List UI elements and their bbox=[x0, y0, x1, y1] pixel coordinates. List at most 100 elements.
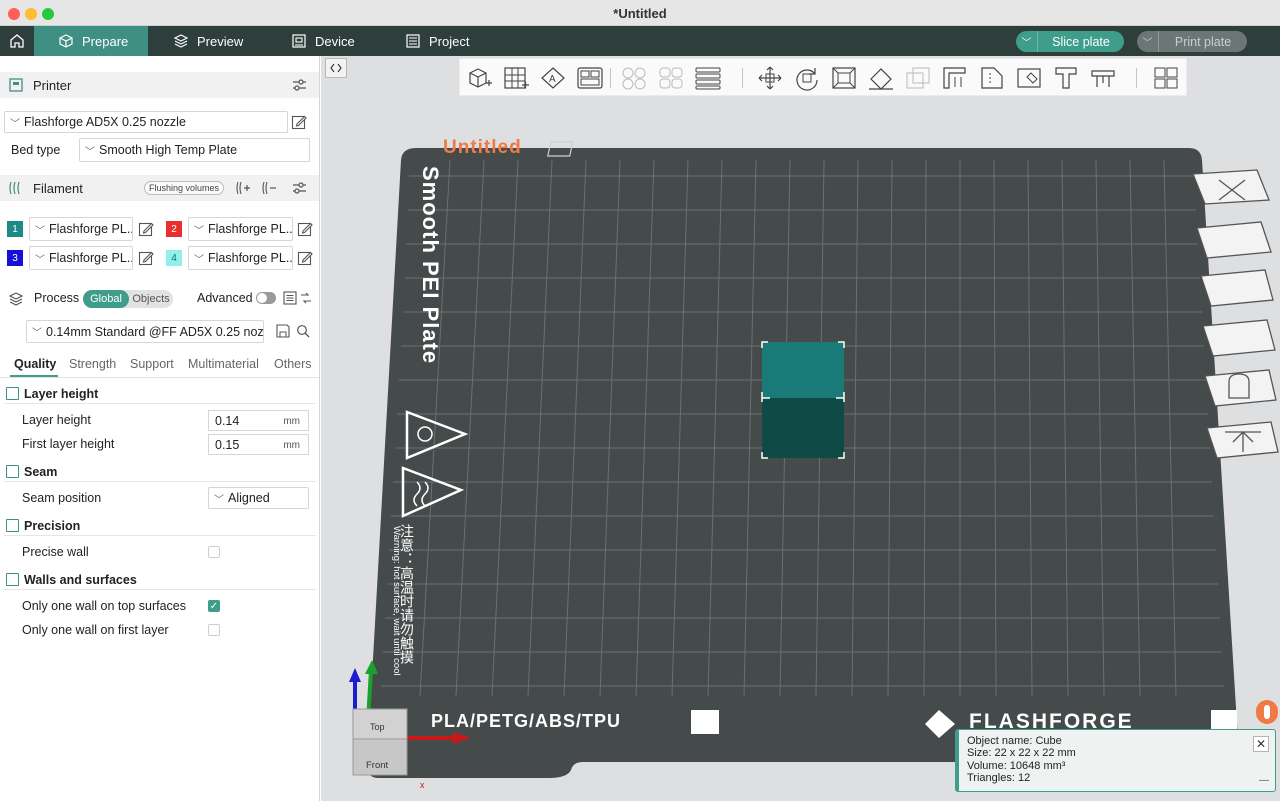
cut-icon[interactable] bbox=[904, 65, 932, 91]
split-objects-icon[interactable] bbox=[620, 65, 648, 91]
title-bar: *Untitled bbox=[0, 0, 1280, 26]
edit-printer-icon[interactable] bbox=[291, 114, 307, 130]
move-icon[interactable] bbox=[756, 65, 784, 91]
add-object-icon[interactable] bbox=[466, 65, 494, 91]
top-one-wall-checkbox[interactable]: ✓ bbox=[208, 600, 220, 612]
minimize-icon[interactable]: — bbox=[1259, 775, 1269, 787]
process-list-icon[interactable] bbox=[283, 291, 297, 305]
filament-slot-4-number: 4 bbox=[166, 250, 182, 266]
collapse-icon bbox=[330, 63, 342, 73]
assembly-icon[interactable] bbox=[1152, 65, 1180, 91]
tab-preview-label: Preview bbox=[197, 33, 244, 49]
cube-object[interactable] bbox=[761, 341, 845, 459]
add-plate-icon[interactable] bbox=[502, 65, 530, 91]
remove-filament-icon[interactable] bbox=[261, 181, 277, 195]
edit-filament-3-icon[interactable] bbox=[138, 250, 154, 266]
filament-slot-4-select[interactable]: ﹀ Flashforge PL... bbox=[188, 246, 293, 270]
printer-settings-icon[interactable] bbox=[292, 78, 307, 92]
toolbar-separator bbox=[610, 68, 611, 88]
device-icon bbox=[292, 34, 306, 48]
tab-device[interactable]: Device bbox=[264, 26, 374, 56]
advanced-switch[interactable] bbox=[256, 292, 276, 304]
object-volume-line: Volume: 10648 mm³ bbox=[967, 759, 1066, 772]
tab-strength[interactable]: Strength bbox=[69, 357, 116, 371]
printer-preset-select[interactable]: ﹀ Flashforge AD5X 0.25 nozzle bbox=[4, 111, 288, 133]
auto-orient-icon[interactable]: A bbox=[539, 65, 567, 91]
first-layer-one-wall-checkbox[interactable] bbox=[208, 624, 220, 636]
seam-paint-icon[interactable] bbox=[978, 65, 1006, 91]
text-tool-icon[interactable] bbox=[1052, 65, 1080, 91]
filament-settings-icon[interactable] bbox=[292, 181, 307, 195]
edit-filament-1-icon[interactable] bbox=[138, 221, 154, 237]
tab-support[interactable]: Support bbox=[130, 357, 174, 371]
chevron-down-icon[interactable]: ﹀ bbox=[1137, 31, 1159, 52]
rotate-icon[interactable] bbox=[793, 65, 821, 91]
edit-filament-4-icon[interactable] bbox=[297, 250, 313, 266]
tab-prepare[interactable]: Prepare bbox=[34, 26, 148, 56]
first-layer-height-label: First layer height bbox=[22, 437, 115, 451]
flushing-volumes-button[interactable]: Flushing volumes bbox=[144, 181, 225, 195]
advanced-label: Advanced bbox=[197, 291, 253, 305]
measure-icon[interactable] bbox=[1089, 65, 1117, 91]
objects-toggle-button[interactable]: Objects bbox=[129, 290, 173, 308]
process-icon bbox=[9, 292, 23, 306]
tab-project[interactable]: Project bbox=[380, 26, 490, 56]
tab-preview[interactable]: Preview bbox=[148, 26, 258, 56]
layers-editing-icon[interactable] bbox=[694, 65, 722, 91]
print-plate-button[interactable]: ﹀ Print plate bbox=[1137, 31, 1247, 52]
collapse-sidebar-button[interactable] bbox=[325, 58, 347, 78]
compare-icon[interactable] bbox=[299, 291, 313, 305]
tab-others[interactable]: Others bbox=[274, 357, 312, 371]
precision-icon bbox=[6, 519, 19, 532]
save-icon[interactable] bbox=[276, 324, 290, 338]
precise-wall-checkbox[interactable] bbox=[208, 546, 220, 558]
close-icon[interactable]: ✕ bbox=[1253, 736, 1269, 752]
tab-device-label: Device bbox=[315, 33, 355, 49]
build-plate-scene bbox=[349, 141, 1279, 778]
filament-slot-3-number: 3 bbox=[7, 250, 23, 266]
filament-slot-2-select[interactable]: ﹀ Flashforge PL... bbox=[188, 217, 293, 241]
chevron-down-icon: ﹀ bbox=[194, 254, 204, 266]
filament-slot-1-value: Flashforge PL... bbox=[49, 222, 133, 236]
bed-type-printed-label: Smooth PEI Plate bbox=[418, 166, 443, 365]
seam-position-select[interactable]: ﹀ Aligned bbox=[208, 487, 309, 509]
printer-icon bbox=[9, 78, 23, 92]
filament-slot-3-select[interactable]: ﹀ Flashforge PL... bbox=[29, 246, 133, 270]
tab-multimaterial[interactable]: Multimaterial bbox=[188, 357, 259, 371]
process-preset-select[interactable]: ﹀ 0.14mm Standard @FF AD5X 0.25 nozz... bbox=[26, 320, 264, 343]
bed-type-select[interactable]: ﹀ Smooth High Temp Plate bbox=[79, 138, 310, 162]
3d-viewport[interactable]: Untitled Smooth PEI Plate 注意：高温时请勿触摸 War… bbox=[321, 56, 1280, 801]
add-filament-icon[interactable] bbox=[235, 181, 251, 195]
first-layer-height-input[interactable]: 0.15 mm bbox=[208, 434, 309, 455]
printer-section-title: Printer bbox=[33, 77, 72, 93]
tab-project-label: Project bbox=[429, 33, 470, 49]
color-paint-icon[interactable] bbox=[1015, 65, 1043, 91]
walls-group-title: Walls and surfaces bbox=[24, 573, 137, 587]
global-toggle-button[interactable]: Global bbox=[83, 290, 129, 308]
chevron-down-icon: ﹀ bbox=[194, 225, 204, 237]
layer-height-input[interactable]: 0.14 mm bbox=[208, 410, 309, 431]
slice-plate-button[interactable]: ﹀ Slice plate bbox=[1016, 31, 1124, 52]
process-section-title: Process bbox=[34, 291, 80, 305]
tab-quality[interactable]: Quality bbox=[14, 357, 56, 371]
home-button[interactable] bbox=[0, 26, 34, 56]
chevron-down-icon[interactable]: ﹀ bbox=[1016, 31, 1038, 52]
edit-filament-2-icon[interactable] bbox=[297, 221, 313, 237]
filament-slot-1-select[interactable]: ﹀ Flashforge PL... bbox=[29, 217, 133, 241]
seam-icon bbox=[6, 465, 19, 478]
settings-sidebar: Printer ﹀ Flashforge AD5X 0.25 nozzle Be… bbox=[0, 56, 320, 801]
scale-icon[interactable] bbox=[830, 65, 858, 91]
split-parts-icon[interactable] bbox=[657, 65, 685, 91]
project-icon bbox=[406, 34, 420, 48]
supports-paint-icon[interactable] bbox=[941, 65, 969, 91]
layer-height-group-title: Layer height bbox=[24, 387, 99, 401]
main-tab-bar: Prepare Preview Device Project ﹀ Slice p… bbox=[0, 26, 1280, 56]
lay-on-face-icon[interactable] bbox=[867, 65, 895, 91]
search-icon[interactable] bbox=[296, 324, 310, 338]
process-scope-toggle: Global Objects bbox=[83, 290, 173, 308]
arrange-icon[interactable] bbox=[576, 65, 604, 91]
notification-badge-icon[interactable] bbox=[1256, 700, 1278, 724]
seam-position-value: Aligned bbox=[228, 491, 270, 505]
layer-height-unit: mm bbox=[283, 416, 300, 427]
first-layer-height-unit: mm bbox=[283, 440, 300, 451]
